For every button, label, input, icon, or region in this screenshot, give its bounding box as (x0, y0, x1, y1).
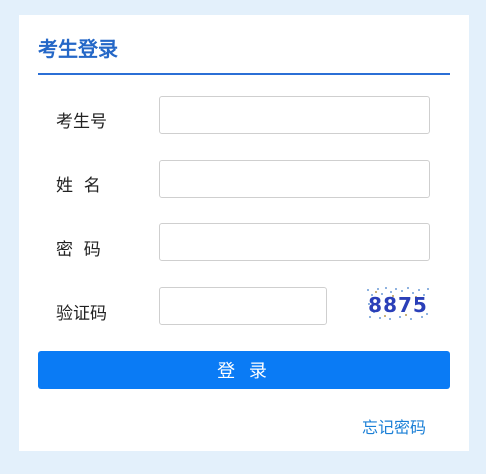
password-input[interactable] (159, 223, 430, 261)
title-divider (38, 73, 450, 75)
exam-number-label: 考生号 (56, 112, 107, 132)
forgot-password-link[interactable]: 忘记密码 (362, 414, 426, 438)
page-title: 考生登录 (38, 37, 118, 61)
name-input[interactable] (159, 160, 430, 198)
name-label: 姓 名 (56, 176, 101, 196)
password-label: 密 码 (56, 240, 101, 260)
login-button[interactable]: 登 录 (38, 351, 450, 389)
captcha-image[interactable]: 8875 (365, 285, 431, 321)
login-card: 考生登录 考生号 姓 名 密 码 验证码 8875 登 录 忘记密码 (19, 15, 469, 451)
exam-number-input[interactable] (159, 96, 430, 134)
captcha-input[interactable] (159, 287, 327, 325)
captcha-label: 验证码 (56, 304, 107, 324)
captcha-text: 8875 (368, 293, 428, 317)
